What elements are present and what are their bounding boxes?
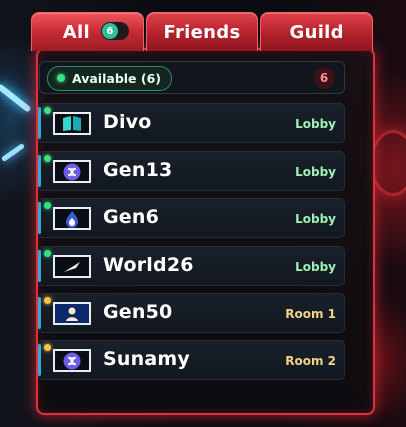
bird-icon	[64, 261, 80, 272]
flame-icon	[66, 210, 78, 228]
hex-token-icon	[63, 352, 81, 369]
tab-friends[interactable]: Friends	[145, 12, 259, 51]
player-name: Gen13	[103, 159, 173, 181]
gear-decoration	[370, 130, 406, 196]
player-location: Lobby	[295, 260, 336, 274]
neon-light	[0, 142, 26, 163]
status-dot	[44, 344, 51, 351]
status-dot	[44, 107, 51, 114]
status-dot	[44, 250, 51, 257]
player-avatar	[53, 302, 91, 325]
available-section-header[interactable]: Available (6) 6	[39, 61, 345, 94]
player-row[interactable]: Gen6 Lobby	[38, 198, 345, 238]
player-row[interactable]: World26 Lobby	[38, 246, 345, 286]
player-location: Lobby	[295, 117, 336, 131]
book-icon	[63, 116, 81, 131]
player-location: Room 2	[285, 354, 336, 368]
player-avatar	[53, 160, 91, 183]
player-avatar	[53, 112, 91, 135]
player-location: Lobby	[295, 165, 336, 179]
available-filter-pill[interactable]: Available (6)	[47, 66, 173, 91]
status-dot	[44, 202, 51, 209]
player-name: Gen6	[103, 206, 160, 228]
tab-bar: All 6 Friends Guild	[31, 12, 374, 51]
player-row[interactable]: Sunamy Room 2	[38, 340, 345, 380]
player-row[interactable]: Divo Lobby	[38, 103, 345, 143]
tab-all-count-badge: 6	[101, 22, 129, 40]
player-row[interactable]: Gen13 Lobby	[38, 151, 345, 191]
player-avatar	[53, 207, 91, 230]
status-dot	[44, 155, 51, 162]
player-location: Lobby	[295, 212, 336, 226]
player-name: Divo	[103, 111, 152, 133]
player-name: Gen50	[103, 301, 173, 323]
player-name: World26	[103, 254, 194, 276]
tab-friends-label: Friends	[163, 21, 241, 43]
status-dot	[44, 297, 51, 304]
person-icon	[66, 307, 78, 321]
online-status-dot	[57, 74, 65, 82]
tab-all-label: All	[62, 21, 90, 43]
available-label: Available (6)	[72, 71, 162, 86]
player-row[interactable]: Gen50 Room 1	[38, 293, 345, 333]
player-name: Sunamy	[103, 348, 190, 370]
player-location: Room 1	[285, 307, 336, 321]
tab-guild-label: Guild	[289, 21, 344, 43]
neon-light	[0, 83, 32, 113]
tab-all[interactable]: All 6	[31, 12, 144, 51]
player-avatar	[53, 349, 91, 372]
tab-guild[interactable]: Guild	[260, 12, 374, 51]
available-count-badge: 6	[313, 67, 335, 89]
player-avatar	[53, 255, 91, 278]
hex-token-icon	[63, 163, 81, 180]
